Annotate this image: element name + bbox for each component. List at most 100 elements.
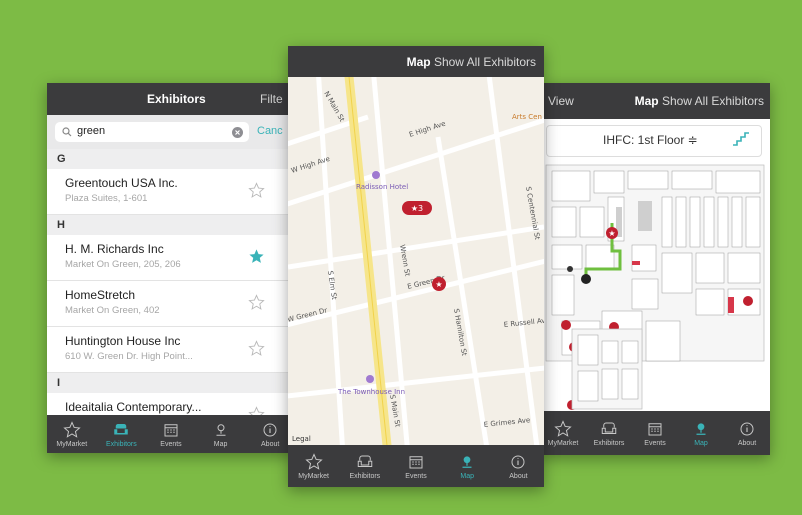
map-pin-icon	[462, 455, 472, 468]
tab-mymarket[interactable]: MyMarket	[288, 445, 339, 487]
poi-label: Radisson Hotel	[356, 183, 408, 191]
segment-show-all[interactable]: Show All Exhibitors	[434, 55, 536, 69]
exhibitor-name: HomeStretch	[65, 288, 136, 302]
list-item[interactable]: Greentouch USA Inc. Plaza Suites, 1-601	[47, 169, 295, 215]
exhibitor-location: 610 W. Green Dr. High Point...	[65, 351, 193, 362]
tab-label: MyMarket	[56, 440, 88, 448]
legal-link: Legal	[292, 435, 311, 443]
cluster-label: ★3	[411, 204, 423, 213]
tab-bar: MyMarket Exhibitors Events Map About	[288, 445, 544, 487]
exhibitor-pin[interactable]: ★	[606, 227, 618, 239]
tab-bar: MyMarket Exhibitors Events Map About	[540, 411, 770, 455]
list-item[interactable]: H. M. Richards Inc Market On Green, 205,…	[47, 235, 295, 281]
floor-title: IHFC: 1st Floor ≑	[603, 133, 698, 147]
search-bar: green Canc	[47, 115, 295, 149]
tab-bar: MyMarket Exhibitors Events Map About	[47, 415, 295, 453]
section-header: G	[47, 149, 295, 169]
list-item[interactable]: Huntington House Inc 610 W. Green Dr. Hi…	[47, 327, 295, 373]
star-outline-icon	[63, 420, 81, 438]
filter-button[interactable]: Filte	[260, 92, 283, 106]
tab-label: Events	[160, 440, 182, 448]
cluster-pin[interactable]: ★3	[402, 201, 432, 215]
tab-label: Exhibitors	[106, 440, 137, 448]
info-icon	[263, 423, 277, 436]
tab-exhibitors[interactable]: Exhibitors	[339, 445, 390, 487]
exhibitor-list: G Greentouch USA Inc. Plaza Suites, 1-60…	[47, 149, 295, 415]
calendar-icon	[164, 423, 178, 436]
exhibitor-location: Market On Green, 205, 206	[65, 259, 181, 270]
street-map[interactable]: E High Ave W High Ave N Main St E Green …	[288, 77, 544, 445]
exhibitor-name: H. M. Richards Inc	[65, 242, 164, 256]
info-icon	[511, 455, 525, 468]
tab-map[interactable]: Map	[196, 415, 246, 453]
map-navbar: Map Show All Exhibitors	[288, 46, 544, 77]
info-icon	[740, 422, 754, 435]
tab-label: About	[737, 439, 757, 447]
exhibitor-name: Huntington House Inc	[65, 334, 181, 348]
map-segment-control[interactable]: Map Show All Exhibitors	[635, 94, 764, 108]
tab-label: MyMarket	[298, 472, 329, 480]
calendar-icon	[648, 422, 662, 435]
street-map-drawing: E High Ave W High Ave N Main St E Green …	[288, 77, 544, 445]
exhibitor-location: Plaza Suites, 1-601	[65, 193, 148, 204]
list-item[interactable]: Ideaitalia Contemporary...	[47, 393, 295, 415]
star-outline-icon	[304, 452, 323, 470]
tab-events[interactable]: Events	[390, 445, 441, 487]
star-outline-icon[interactable]	[248, 294, 265, 311]
tab-map[interactable]: Map	[678, 411, 724, 455]
tab-map[interactable]: Map	[442, 445, 493, 487]
segment-map[interactable]: Map	[635, 94, 659, 108]
tab-about[interactable]: About	[493, 445, 544, 487]
exhibitor-location: Market On Green, 402	[65, 305, 160, 316]
armchair-icon	[601, 422, 617, 434]
tab-mymarket[interactable]: MyMarket	[540, 411, 586, 455]
floor-plan-screen: View Map Show All Exhibitors IHFC: 1st F…	[540, 83, 770, 455]
cancel-button[interactable]: Canc	[257, 125, 283, 137]
floor-plan-drawing: ★	[545, 164, 765, 410]
page-title: Exhibitors	[147, 92, 206, 106]
tab-about[interactable]: About	[724, 411, 770, 455]
tab-label: Events	[405, 472, 427, 480]
tab-label: Map	[694, 439, 708, 447]
tab-exhibitors[interactable]: Exhibitors	[97, 415, 147, 453]
tab-label: About	[261, 440, 280, 448]
armchair-icon	[114, 423, 129, 434]
star-outline-icon	[554, 419, 572, 437]
segment-show-all[interactable]: Show All Exhibitors	[662, 94, 764, 108]
floor-plan[interactable]: ★	[542, 161, 768, 411]
svg-text:★: ★	[608, 229, 615, 238]
tab-events[interactable]: Events	[632, 411, 678, 455]
map-pin-icon	[216, 423, 226, 436]
stairs-icon[interactable]	[731, 131, 751, 149]
tab-events[interactable]: Events	[146, 415, 196, 453]
search-input[interactable]: green	[55, 122, 249, 142]
calendar-icon	[409, 455, 423, 468]
exhibitor-pin[interactable]: ★	[432, 277, 446, 291]
floor-selector[interactable]: IHFC: 1st Floor ≑	[546, 125, 762, 157]
floor-navbar: View Map Show All Exhibitors	[540, 83, 770, 119]
tab-label: Exhibitors	[593, 439, 625, 447]
star-filled-icon[interactable]	[248, 248, 265, 265]
tab-label: About	[509, 472, 528, 480]
tab-mymarket[interactable]: MyMarket	[47, 415, 97, 453]
poi-label: The Townhouse Inn	[337, 388, 405, 396]
exhibitor-name: Ideaitalia Contemporary...	[65, 400, 202, 414]
street-label: Arts Cen	[512, 113, 542, 121]
exhibitor-name: Greentouch USA Inc.	[65, 176, 178, 190]
list-item[interactable]: HomeStretch Market On Green, 402	[47, 281, 295, 327]
exhibitors-navbar: Exhibitors Filte	[47, 83, 295, 115]
inn-icon	[366, 375, 374, 383]
tab-label: Map	[213, 440, 228, 448]
tab-label: Events	[644, 439, 666, 447]
map-segment-control[interactable]: Map Show All Exhibitors	[407, 55, 536, 69]
map-pin-icon	[696, 422, 706, 435]
star-outline-icon[interactable]	[248, 406, 265, 415]
section-header: H	[47, 215, 295, 235]
segment-map[interactable]: Map	[407, 55, 431, 69]
clear-icon[interactable]	[232, 127, 243, 138]
star-outline-icon[interactable]	[248, 182, 265, 199]
hotel-icon	[372, 171, 380, 179]
tab-exhibitors[interactable]: Exhibitors	[586, 411, 632, 455]
star-outline-icon[interactable]	[248, 340, 265, 357]
view-button[interactable]: View	[548, 94, 574, 108]
